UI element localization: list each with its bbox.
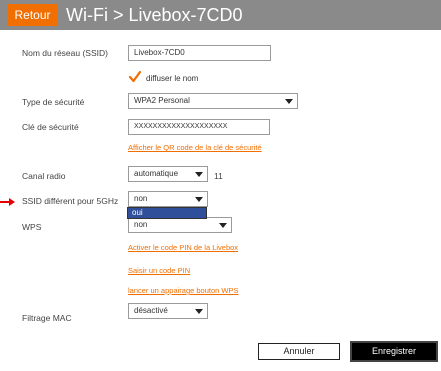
chevron-down-icon [219, 223, 227, 228]
header-bar: Retour Wi-Fi > Livebox-7CD0 [0, 0, 441, 30]
checkmark-icon [128, 70, 142, 83]
channel-value: automatique [134, 169, 179, 178]
wps-button-link[interactable]: lancer un appairage bouton WPS [128, 285, 239, 296]
cancel-button[interactable]: Annuler [258, 343, 340, 360]
wps-pin-link[interactable]: Activer le code PIN de la Livebox [128, 242, 238, 253]
ssid-input[interactable]: Livebox-7CD0 [128, 45, 271, 61]
chevron-down-icon [195, 197, 203, 202]
security-key-label: Clé de sécurité [22, 122, 79, 132]
ssid5-value: non [134, 194, 148, 203]
wps-label: WPS [22, 222, 42, 232]
ssid5-dropdown-list: oui [127, 207, 207, 219]
chevron-down-icon [195, 172, 203, 177]
chevron-down-icon [285, 99, 293, 104]
pointer-arrow-icon [0, 198, 15, 206]
ssid5-select[interactable]: non [128, 191, 208, 207]
channel-number: 11 [214, 171, 223, 181]
qr-code-link[interactable]: Afficher le QR code de la clé de sécurit… [128, 142, 262, 153]
dropdown-option-oui[interactable]: oui [128, 208, 206, 218]
broadcast-checkbox[interactable] [128, 70, 142, 84]
channel-label: Canal radio [22, 171, 66, 181]
chevron-down-icon [195, 309, 203, 314]
channel-select[interactable]: automatique [128, 166, 208, 182]
save-button[interactable]: Enregistrer [350, 341, 438, 362]
mac-filter-select[interactable]: désactivé [128, 303, 208, 319]
security-type-label: Type de sécurité [22, 97, 85, 107]
wps-value: non [134, 220, 148, 229]
ssid-label: Nom du réseau (SSID) [22, 48, 108, 58]
security-key-input[interactable]: XXXXXXXXXXXXXXXXXXXX [128, 119, 270, 135]
wps-enter-pin-link[interactable]: Saisir un code PIN [128, 265, 190, 276]
mac-filter-value: désactivé [134, 306, 168, 315]
security-type-select[interactable]: WPA2 Personal [128, 93, 298, 109]
security-type-value: WPA2 Personal [134, 96, 190, 105]
wps-select[interactable]: non [128, 217, 232, 233]
broadcast-label: diffuser le nom [146, 74, 199, 83]
ssid5-label: SSID différent pour 5GHz [22, 196, 119, 206]
back-button[interactable]: Retour [8, 4, 57, 26]
mac-filter-label: Filtrage MAC [22, 313, 72, 323]
page-title: Wi-Fi > Livebox-7CD0 [66, 5, 243, 25]
